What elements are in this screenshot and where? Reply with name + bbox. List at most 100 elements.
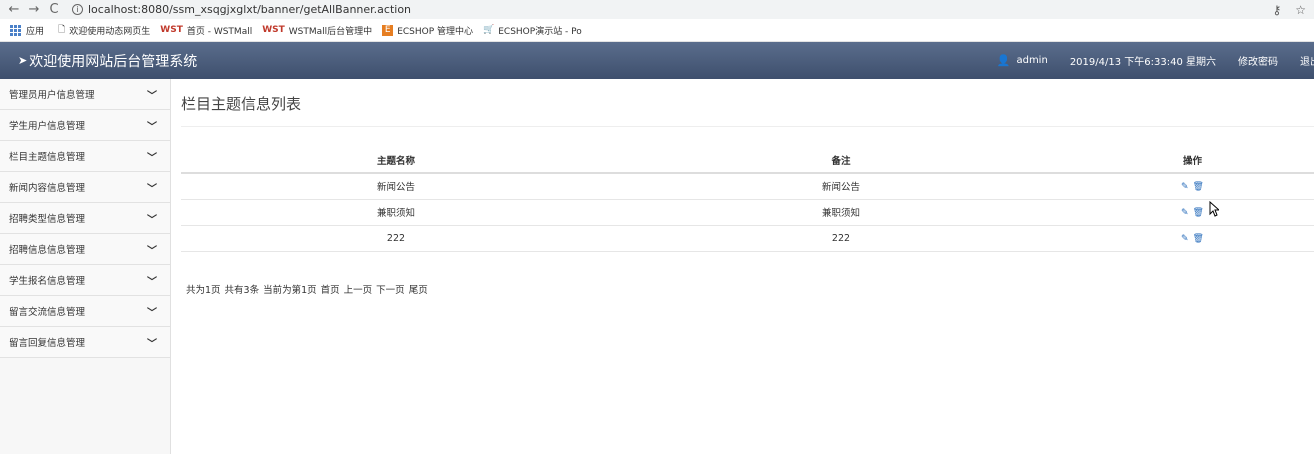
edit-pencil-icon[interactable]: ✎ [1181,208,1189,218]
mouse-cursor-icon [1209,201,1219,217]
bookmark-label: 首页 - WSTMall [186,26,253,37]
cell-actions: ✎ 🗑 [1071,225,1314,252]
bookmark-label: WSTMall后台管理中 [288,26,373,37]
pager-total-pages: 共为1页 [186,285,221,296]
edit-pencil-icon[interactable]: ✎ [1181,182,1189,192]
chevron-down-icon: ﹀ [147,121,157,133]
bookmark-label: ECSHOP 管理中心 [397,26,474,37]
column-header-name: 主题名称 [181,147,611,174]
sidebar: 管理员用户信息管理 ﹀ 学生用户信息管理 ﹀ 栏目主题信息管理 ﹀ 新闻内容信息… [0,79,171,454]
sidebar-item-label: 学生报名信息管理 [9,276,86,287]
sidebar-item-student-users[interactable]: 学生用户信息管理 ﹀ [0,110,170,141]
chevron-down-icon: ﹀ [147,245,157,257]
current-user: 👤 admin [997,54,1048,67]
ecshop-icon: E [382,24,394,36]
bookmarks-bar: 应用 🗋 欢迎使用动态网页生 WST 首页 - WSTMall WST WSTM… [0,19,1314,42]
key-icon[interactable]: ⚷ [1272,3,1281,17]
page-title: 栏目主题信息列表 [181,95,302,113]
cell-name: 兼职须知 [181,199,611,226]
apps-grid-icon [10,24,21,36]
cart-icon: 🛒 [483,25,495,35]
logout-link[interactable]: 退出 [1300,53,1314,68]
chevron-down-icon: ﹀ [147,152,157,164]
pager-next-link[interactable]: 下一页 [376,282,405,296]
table-row: 兼职须知 兼职须知 ✎ 🗑 [181,199,1314,226]
back-arrow-icon[interactable]: ← [4,2,24,17]
edit-pencil-icon[interactable]: ✎ [1181,234,1189,244]
bookmark-apps[interactable]: 应用 [10,24,44,37]
bookmark-item[interactable]: E ECSHOP 管理中心 [382,24,473,37]
chevron-down-icon: ﹀ [147,90,157,102]
cell-remark: 222 [611,225,1071,252]
pager-first-link[interactable]: 首页 [321,282,340,296]
delete-trash-icon[interactable]: 🗑 [1193,234,1204,244]
chevron-down-icon: ﹀ [147,214,157,226]
pagination: 共为1页 共有3条 当前为第1页 首页 上一页 下一页 尾页 [186,282,428,296]
chevron-down-icon: ﹀ [147,338,157,350]
pager-last-link[interactable]: 尾页 [409,282,428,296]
table-row: 新闻公告 新闻公告 ✎ 🗑 [181,173,1314,200]
sidebar-item-messages[interactable]: 留言交流信息管理 ﹀ [0,296,170,327]
sidebar-item-replies[interactable]: 留言回复信息管理 ﹀ [0,327,170,358]
cell-actions: ✎ 🗑 [1071,199,1314,226]
bookmark-item[interactable]: 🛒 ECSHOP演示站 - Po [483,24,582,37]
sidebar-item-label: 招聘类型信息管理 [9,214,86,225]
app-title: ➤ 欢迎使用网站后台管理系统 [18,51,197,71]
url-field[interactable]: i localhost:8080/ssm_xsqgjxglxt/banner/g… [72,3,411,16]
cell-remark: 兼职须知 [611,199,1071,226]
app-header: ➤ 欢迎使用网站后台管理系统 👤 admin 2019/4/13 下午6:33:… [0,42,1314,79]
sidebar-item-label: 管理员用户信息管理 [9,90,95,101]
bookmark-label: ECSHOP演示站 - Po [498,26,582,37]
sidebar-item-topics[interactable]: 栏目主题信息管理 ﹀ [0,141,170,172]
table-row: 222 222 ✎ 🗑 [181,225,1314,252]
sidebar-item-label: 新闻内容信息管理 [9,183,86,194]
forward-arrow-icon[interactable]: → [24,2,44,17]
sidebar-item-registrations[interactable]: 学生报名信息管理 ﹀ [0,265,170,296]
bookmark-item[interactable]: WST 首页 - WSTMall [160,24,252,37]
paper-plane-icon: ➤ [18,54,28,67]
cell-name: 222 [181,225,611,252]
chevron-down-icon: ﹀ [147,183,157,195]
reload-icon[interactable]: C [44,2,64,17]
cell-name: 新闻公告 [181,173,611,200]
sidebar-item-admin-users[interactable]: 管理员用户信息管理 ﹀ [0,79,170,110]
delete-trash-icon[interactable]: 🗑 [1193,182,1204,192]
user-icon: 👤 [996,54,1011,67]
page-icon: 🗋 [58,25,66,35]
sidebar-item-label: 学生用户信息管理 [9,121,86,132]
pager-prev-link[interactable]: 上一页 [344,282,373,296]
bookmark-item[interactable]: WST WSTMall后台管理中 [262,24,372,37]
divider [181,126,1314,127]
sidebar-item-label: 栏目主题信息管理 [9,152,86,163]
column-header-actions: 操作 [1071,147,1314,174]
app-title-text: 欢迎使用网站后台管理系统 [29,53,198,70]
url-text[interactable]: localhost:8080/ssm_xsqgjxglxt/banner/get… [88,3,411,16]
sidebar-item-label: 招聘信息信息管理 [9,245,86,256]
chevron-down-icon: ﹀ [147,276,157,288]
sidebar-item-jobs[interactable]: 招聘信息信息管理 ﹀ [0,234,170,265]
change-password-link[interactable]: 修改密码 [1238,53,1278,68]
cell-remark: 新闻公告 [611,173,1071,200]
username: admin [1016,55,1048,66]
star-icon[interactable]: ☆ [1295,3,1306,17]
pager-current: 当前为第1页 [263,285,317,296]
sidebar-item-news[interactable]: 新闻内容信息管理 ﹀ [0,172,170,203]
bookmark-label: 应用 [26,26,45,37]
table-header-row: 主题名称 备注 操作 [181,147,1314,174]
bookmark-item[interactable]: 🗋 欢迎使用动态网页生 [58,22,150,38]
topics-table: 主题名称 备注 操作 新闻公告 新闻公告 ✎ 🗑 兼职须知 兼职须知 ✎ 🗑 2… [181,147,1314,252]
main-content: 栏目主题信息列表 主题名称 备注 操作 新闻公告 新闻公告 ✎ 🗑 兼职须知 兼职… [171,79,1314,454]
datetime: 2019/4/13 下午6:33:40 星期六 [1069,57,1216,68]
chevron-down-icon: ﹀ [147,307,157,319]
sidebar-item-job-types[interactable]: 招聘类型信息管理 ﹀ [0,203,170,234]
wst-logo-icon: WST [160,25,183,35]
wst-logo-icon: WST [262,25,285,35]
delete-trash-icon[interactable]: 🗑 [1193,208,1204,218]
bookmark-label: 欢迎使用动态网页生 [69,26,151,37]
info-icon[interactable]: i [72,4,83,15]
pager-total-records: 共有3条 [224,285,260,296]
sidebar-item-label: 留言回复信息管理 [9,338,86,349]
browser-address-bar: ← → C i localhost:8080/ssm_xsqgjxglxt/ba… [0,0,1314,19]
cell-actions: ✎ 🗑 [1071,173,1314,200]
sidebar-item-label: 留言交流信息管理 [9,307,86,318]
